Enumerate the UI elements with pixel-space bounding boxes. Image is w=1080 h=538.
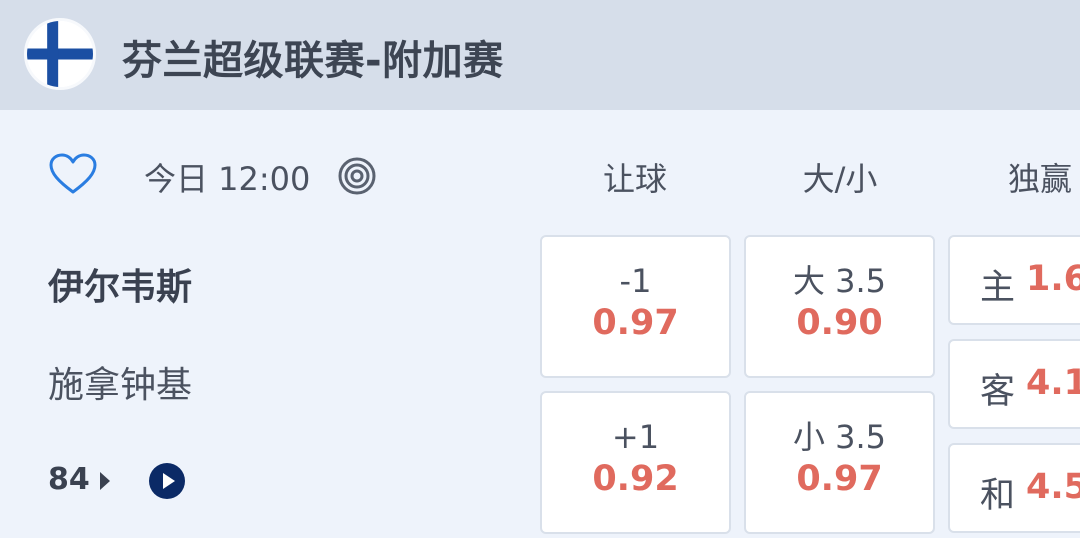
home-team-name: 伊尔韦斯 <box>48 267 193 308</box>
away-team-name: 施拿钟基 <box>48 365 193 406</box>
column-header-handicap: 让球 <box>602 160 667 198</box>
draw-odds[interactable]: 和 4.5 <box>948 443 1080 533</box>
odds-price: 1.6 <box>1026 259 1080 299</box>
play-icon[interactable] <box>148 462 186 500</box>
win-label: 和 <box>980 476 1016 516</box>
target-icon[interactable] <box>336 155 378 197</box>
column-header-win: 独赢 <box>1008 160 1073 198</box>
win-label: 主 <box>980 268 1016 308</box>
league-title: 芬兰超级联赛-附加赛 <box>122 38 504 84</box>
over-odds[interactable]: 大 3.5 0.90 <box>744 235 935 378</box>
under-odds[interactable]: 小 3.5 0.97 <box>744 391 935 534</box>
heart-icon[interactable] <box>48 152 98 196</box>
odds-price: 0.90 <box>796 303 883 343</box>
column-header-over-under: 大/小 <box>802 160 878 198</box>
handicap-away-odds[interactable]: +1 0.92 <box>540 391 731 534</box>
odds-price: 0.92 <box>592 459 679 499</box>
total-line: 小 3.5 <box>792 418 887 456</box>
handicap-home-odds[interactable]: -1 0.97 <box>540 235 731 378</box>
odds-price: 0.97 <box>592 303 679 343</box>
win-away-odds[interactable]: 客 4.1 <box>948 339 1080 429</box>
total-line: 大 3.5 <box>792 262 887 300</box>
match-time: 今日 12:00 <box>144 160 311 198</box>
more-markets-count[interactable]: 84 <box>48 462 90 497</box>
win-label: 客 <box>980 372 1016 412</box>
win-home-odds[interactable]: 主 1.6 <box>948 235 1080 325</box>
odds-price: 0.97 <box>796 459 883 499</box>
odds-price: 4.1 <box>1026 363 1080 403</box>
handicap-line: -1 <box>619 262 652 300</box>
handicap-line: +1 <box>611 418 660 456</box>
caret-right-icon[interactable] <box>98 470 112 492</box>
finland-flag-icon <box>24 18 96 90</box>
league-header: 芬兰超级联赛-附加赛 <box>0 0 1080 110</box>
odds-price: 4.5 <box>1026 467 1080 507</box>
